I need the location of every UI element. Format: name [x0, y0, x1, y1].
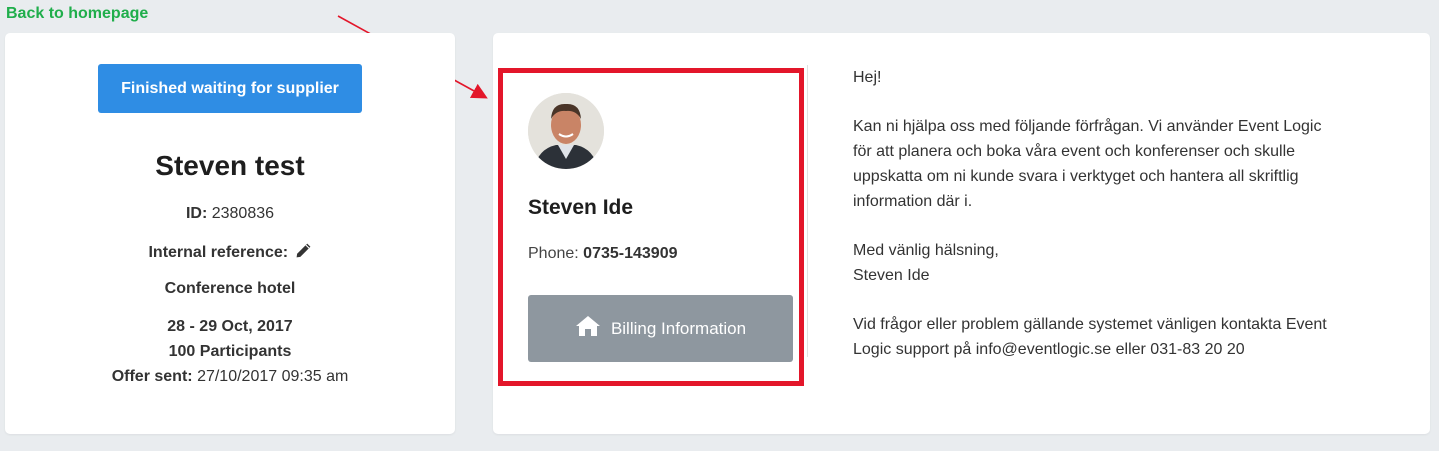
message-signoff-block: Med vänlig hälsning, Steven Ide: [853, 238, 1373, 288]
message-body-line: Kan ni hjälpa oss med följande förfrågan…: [853, 118, 1322, 135]
contact-name: Steven Ide: [528, 196, 634, 219]
event-dates: 28 - 29 Oct, 2017: [167, 318, 293, 335]
event-type: Conference hotel: [164, 280, 296, 297]
pencil-icon[interactable]: [295, 242, 312, 264]
billing-information-label: Billing Information: [610, 318, 747, 338]
contact-phone: Phone: 0735-143909: [528, 245, 677, 263]
back-to-homepage-link[interactable]: Back to homepage: [6, 5, 148, 23]
event-title: Steven test: [155, 150, 305, 181]
message-body-line: uppskatta om ni kunde svara i verktyget …: [853, 168, 1299, 185]
message-text: Hej! Kan ni hjälpa oss med följande förf…: [853, 65, 1373, 362]
contact-card: Steven Ide Phone: 0735-143909 Billing In…: [493, 33, 1430, 434]
message-body-line: information där i.: [853, 193, 973, 210]
offer-sent-value: 27/10/2017 09:35 am: [197, 368, 349, 385]
contact-highlight-box: Steven Ide Phone: 0735-143909 Billing In…: [498, 68, 804, 386]
divider: [807, 65, 808, 357]
event-summary-card: Finished waiting for supplier Steven tes…: [5, 33, 455, 434]
internal-reference: Internal reference:: [5, 242, 455, 264]
billing-information-button[interactable]: Billing Information: [528, 295, 793, 362]
home-icon: [575, 315, 601, 342]
event-id: ID: 2380836: [5, 205, 455, 223]
message-body: Kan ni hjälpa oss med följande förfrågan…: [853, 114, 1373, 214]
message-greeting: Hej!: [853, 69, 882, 86]
offer-sent: Offer sent: 27/10/2017 09:35 am: [5, 368, 455, 386]
message-support-block: Vid frågor eller problem gällande system…: [853, 312, 1373, 362]
message-support-line: Logic support på info@eventlogic.se elle…: [853, 341, 1245, 358]
event-participants: 100 Participants: [168, 343, 292, 360]
phone-value: 0735-143909: [583, 245, 678, 262]
event-id-label: ID:: [185, 205, 208, 222]
offer-sent-label: Offer sent:: [111, 368, 193, 385]
avatar: [528, 93, 604, 169]
message-body-line: för att planera och boka våra event och …: [853, 143, 1296, 160]
event-id-value: 2380836: [211, 205, 275, 222]
finished-waiting-button[interactable]: Finished waiting for supplier: [98, 64, 362, 113]
message-signoff: Med vänlig hälsning,: [853, 242, 999, 259]
message-support-line: Vid frågor eller problem gällande system…: [853, 316, 1327, 333]
phone-label: Phone:: [528, 245, 579, 262]
message-signature: Steven Ide: [853, 267, 930, 284]
internal-reference-label: Internal reference:: [148, 244, 289, 261]
